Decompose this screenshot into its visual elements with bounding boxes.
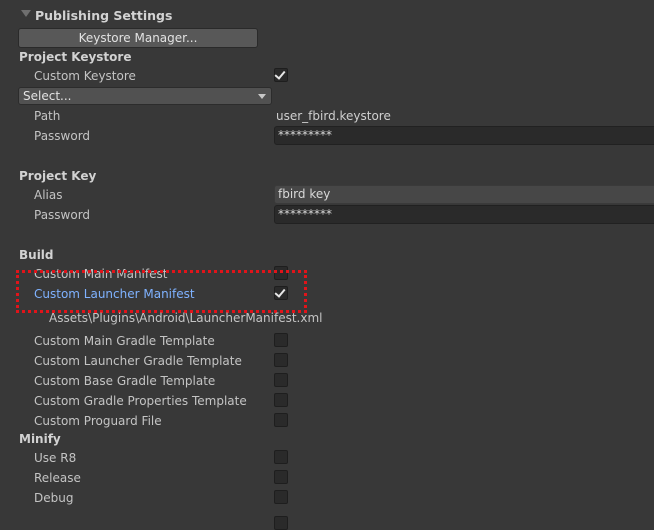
foldout-arrow-icon[interactable]: [21, 10, 31, 17]
minify-heading: Minify: [19, 432, 61, 446]
key-password-field[interactable]: *********: [274, 205, 654, 224]
checkmark-icon: [274, 68, 286, 80]
project-keystore-heading: Project Keystore: [19, 50, 132, 64]
release-checkbox[interactable]: [274, 470, 288, 484]
alias-value: fbird key: [278, 187, 331, 201]
debug-checkbox[interactable]: [274, 490, 288, 504]
keystore-password-label: Password: [34, 129, 91, 143]
custom-gradle-properties-label: Custom Gradle Properties Template: [34, 394, 247, 408]
custom-launcher-gradle-label: Custom Launcher Gradle Template: [34, 354, 242, 368]
custom-base-gradle-label: Custom Base Gradle Template: [34, 374, 216, 388]
custom-keystore-label: Custom Keystore: [34, 69, 136, 83]
keystore-select-dropdown[interactable]: Select...: [18, 87, 272, 105]
next-checkbox-partial[interactable]: [274, 516, 288, 530]
custom-launcher-gradle-checkbox[interactable]: [274, 353, 288, 367]
use-r8-label: Use R8: [34, 451, 77, 465]
launcher-manifest-path: Assets\Plugins\Android\LauncherManifest.…: [49, 311, 323, 325]
release-label: Release: [34, 471, 81, 485]
custom-main-gradle-checkbox[interactable]: [274, 333, 288, 347]
key-password-label: Password: [34, 208, 91, 222]
dropdown-arrow-icon: [258, 94, 266, 99]
keystore-manager-button[interactable]: Keystore Manager...: [18, 28, 258, 48]
publishing-settings-title[interactable]: Publishing Settings: [35, 8, 172, 23]
custom-proguard-label: Custom Proguard File: [34, 414, 162, 428]
project-key-heading: Project Key: [19, 169, 97, 183]
custom-main-gradle-label: Custom Main Gradle Template: [34, 334, 215, 348]
key-password-value: *********: [278, 207, 332, 221]
path-label: Path: [34, 109, 61, 123]
keystore-path-value: user_fbird.keystore: [276, 109, 391, 123]
alias-dropdown[interactable]: fbird key: [274, 185, 654, 204]
alias-label: Alias: [34, 188, 63, 202]
keystore-password-value: *********: [278, 128, 332, 142]
custom-proguard-checkbox[interactable]: [274, 413, 288, 427]
debug-label: Debug: [34, 491, 74, 505]
build-heading: Build: [19, 248, 54, 262]
custom-keystore-checkbox[interactable]: [274, 68, 288, 82]
annotation-highlight-box: [16, 270, 307, 313]
keystore-password-field[interactable]: *********: [274, 126, 654, 145]
custom-gradle-properties-checkbox[interactable]: [274, 393, 288, 407]
custom-base-gradle-checkbox[interactable]: [274, 373, 288, 387]
use-r8-checkbox[interactable]: [274, 450, 288, 464]
keystore-select-value: Select...: [23, 89, 72, 103]
